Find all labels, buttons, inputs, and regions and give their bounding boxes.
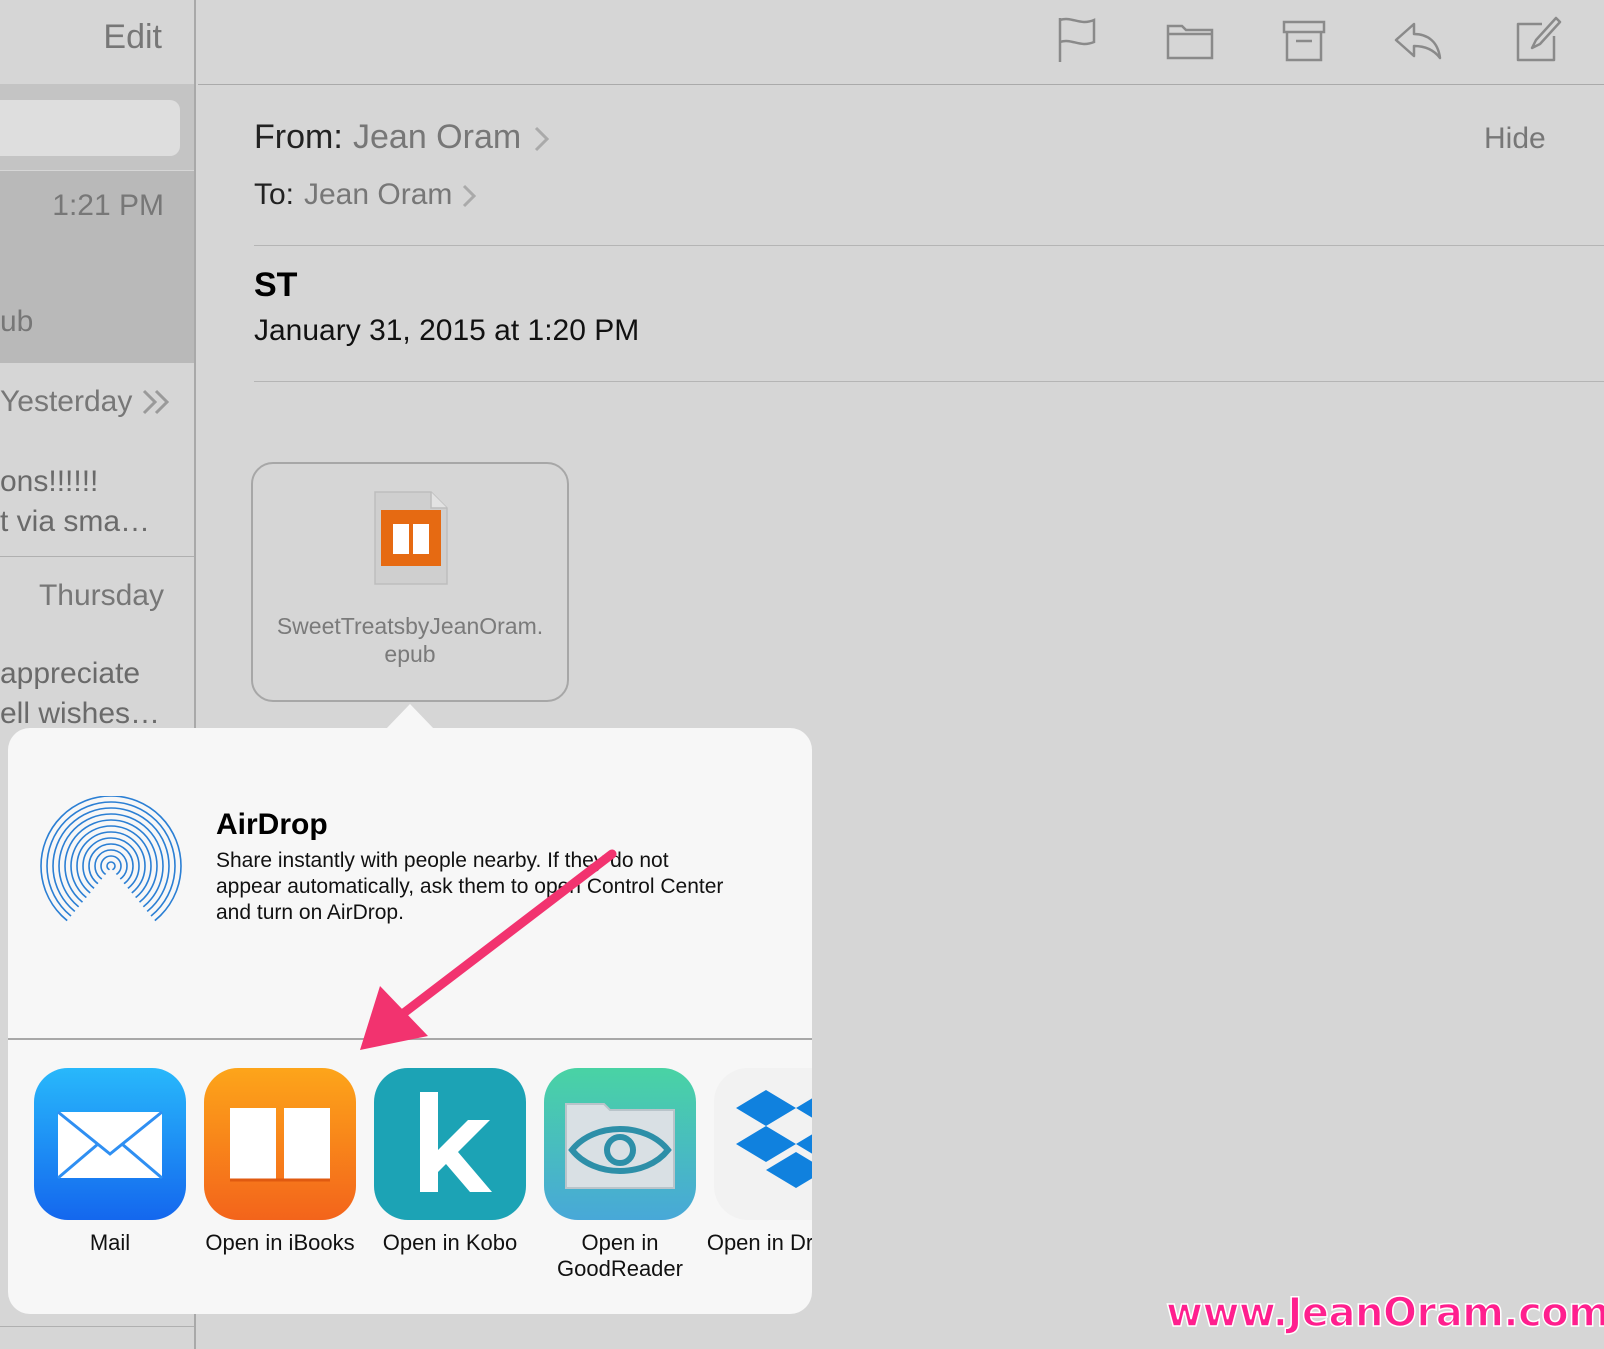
mail-app-icon[interactable]: [34, 1068, 186, 1220]
to-label: To:: [254, 178, 295, 211]
attachment-filename: SweetTreatsbyJeanOram. epub: [253, 612, 567, 668]
app-label-ibooks: Open in iBooks: [205, 1230, 355, 1255]
archive-icon[interactable]: [1278, 14, 1330, 66]
message-snippet: ub: [0, 305, 34, 338]
app-label-goodreader: Open in GoodReader: [530, 1230, 710, 1282]
edit-button[interactable]: Edit: [103, 18, 162, 57]
list-item[interactable]: Yesterday ons!!!!!! t via sma…: [0, 363, 194, 555]
from-label: From:: [254, 118, 343, 156]
app-label-mail: Mail: [89, 1230, 131, 1255]
app-label-text: Open in Dropbox: [706, 1230, 812, 1255]
message-date: January 31, 2015 at 1:20 PM: [254, 314, 640, 347]
kobo-app-icon[interactable]: [374, 1068, 526, 1220]
folder-icon[interactable]: [1164, 14, 1216, 66]
list-item[interactable]: 1:21 PM ub: [0, 171, 194, 363]
list-divider: [0, 1326, 194, 1327]
message-subject: ST: [254, 266, 298, 304]
popover-arrow: [385, 700, 435, 730]
filename-line: SweetTreatsbyJeanOram.: [276, 613, 544, 639]
ibooks-app-icon[interactable]: [204, 1068, 356, 1220]
header-divider: [254, 245, 1604, 246]
thread-chevron-icon: [140, 387, 174, 417]
recipient-name[interactable]: Jean Oram: [304, 178, 452, 212]
app-label-dropbox: Open in Dropbox: [700, 1230, 812, 1256]
message-snippet: ell wishes…: [0, 697, 161, 730]
sidebar-header: Edit: [0, 0, 194, 85]
airdrop-title: AirDrop: [216, 808, 328, 841]
attachment-tile[interactable]: SweetTreatsbyJeanOram. epub: [251, 462, 569, 702]
message-subject: ons!!!!!!: [0, 465, 99, 498]
dropbox-app-icon[interactable]: [714, 1068, 812, 1220]
search-input[interactable]: [0, 100, 180, 156]
header-divider: [254, 381, 1604, 382]
message-subject: appreciate: [0, 657, 141, 690]
app-label-text: Open in GoodReader: [557, 1230, 683, 1281]
compose-icon[interactable]: [1512, 14, 1564, 66]
list-item[interactable]: Thursday appreciate ell wishes…: [0, 557, 194, 747]
chevron-right-icon: [460, 182, 480, 210]
sender-name[interactable]: Jean Oram: [353, 118, 521, 157]
message-snippet: t via sma…: [0, 505, 151, 538]
filename-line: epub: [384, 641, 436, 667]
watermark-text: www.JeanOram.com: [1165, 1289, 1604, 1337]
goodreader-app-icon[interactable]: [544, 1068, 696, 1220]
epub-file-icon: [373, 490, 449, 586]
message-time: Thursday: [38, 579, 164, 612]
search-bar: [0, 84, 194, 170]
flag-icon[interactable]: [1052, 14, 1104, 66]
reply-icon[interactable]: [1392, 14, 1444, 66]
hide-button[interactable]: Hide: [1484, 122, 1546, 156]
chevron-right-icon: [532, 124, 552, 154]
airdrop-icon[interactable]: [36, 795, 186, 946]
annotation-arrow: [340, 840, 630, 1060]
message-time: 1:21 PM: [52, 189, 164, 222]
message-time: Yesterday: [0, 385, 133, 418]
app-label-kobo: Open in Kobo: [382, 1230, 518, 1255]
